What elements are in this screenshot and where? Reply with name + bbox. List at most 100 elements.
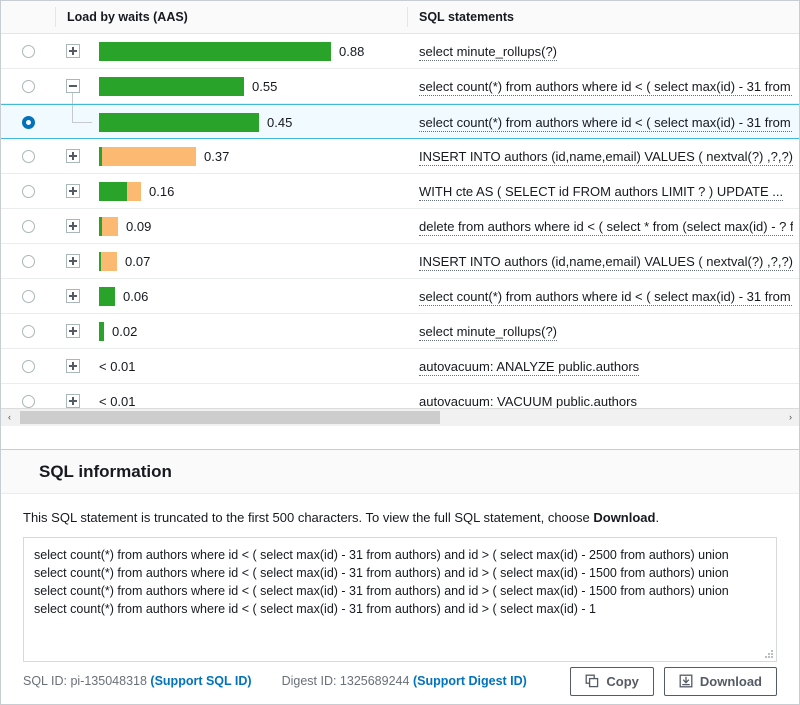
row-select-radio[interactable]: [22, 360, 35, 373]
table-row[interactable]: 0.07 INSERT INTO authors (id,name,email) …: [1, 244, 799, 279]
load-bar-segment-orange: [127, 182, 141, 201]
sql-statement-link[interactable]: select count(*) from authors where id < …: [419, 289, 793, 306]
expand-row-icon[interactable]: [66, 44, 80, 58]
row-select-radio[interactable]: [22, 255, 35, 268]
table-row[interactable]: 0.09 delete from authors where id < ( sel…: [1, 209, 799, 244]
load-bar-cell: 0.16: [99, 182, 174, 201]
sql-information-panel: SQL information This SQL statement is tr…: [1, 449, 799, 704]
scroll-left-arrow-icon[interactable]: ‹: [1, 409, 18, 426]
expand-row-icon[interactable]: [66, 324, 80, 338]
expand-row-icon[interactable]: [66, 149, 80, 163]
sql-statement-link[interactable]: select count(*) from authors where id < …: [419, 115, 793, 132]
row-select-radio[interactable]: [22, 80, 35, 93]
sql-load-table: Load by waits (AAS) SQL statements 0.88 s…: [1, 1, 799, 426]
load-bar-cell: 0.09: [99, 217, 151, 236]
row-select-radio[interactable]: [22, 220, 35, 233]
load-bar-cell: 0.45: [99, 113, 292, 132]
load-value-label: 0.16: [149, 182, 174, 201]
table-row[interactable]: 0.55 select count(*) from authors where i…: [1, 69, 799, 104]
column-header-sql-statements[interactable]: SQL statements: [419, 1, 514, 33]
row-select-radio[interactable]: [22, 325, 35, 338]
row-select-radio[interactable]: [22, 150, 35, 163]
load-bar-cell: 0.02: [99, 322, 137, 341]
digest-id-group: Digest ID: 1325689244 (Support Digest ID…: [282, 674, 527, 688]
truncation-note: This SQL statement is truncated to the f…: [23, 510, 777, 525]
horizontal-scrollbar[interactable]: ‹ ›: [1, 408, 799, 426]
load-bar-cell: < 0.01: [99, 357, 136, 376]
load-bar: [99, 252, 117, 271]
row-select-radio[interactable]: [22, 185, 35, 198]
sql-statement-link[interactable]: INSERT INTO authors (id,name,email) VALU…: [419, 149, 793, 166]
load-bar-segment-green: [99, 42, 331, 61]
scroll-right-arrow-icon[interactable]: ›: [782, 409, 799, 426]
sql-statement-link[interactable]: WITH cte AS ( SELECT id FROM authors LIM…: [419, 184, 783, 201]
expand-row-icon[interactable]: [66, 184, 80, 198]
sql-statement-textbox[interactable]: select count(*) from authors where id < …: [23, 537, 777, 662]
sql-statement-cell: delete from authors where id < ( select …: [419, 209, 793, 244]
tree-connector-line: [72, 93, 73, 104]
expand-row-icon[interactable]: [66, 394, 80, 408]
download-button[interactable]: Download: [664, 667, 777, 696]
load-bar: [99, 77, 244, 96]
copy-button[interactable]: Copy: [570, 667, 654, 696]
table-row[interactable]: < 0.01 autovacuum: ANALYZE public.authors: [1, 349, 799, 384]
truncation-note-download-word: Download: [593, 510, 655, 525]
expand-row-icon[interactable]: [66, 219, 80, 233]
scrollbar-thumb[interactable]: [20, 411, 440, 424]
load-bar-cell: 0.88: [99, 42, 364, 61]
support-sql-id-link[interactable]: (Support SQL ID): [150, 674, 251, 688]
load-value-label: 0.02: [112, 322, 137, 341]
tree-connector-vertical: [72, 105, 73, 123]
table-row[interactable]: 0.16 WITH cte AS ( SELECT id FROM authors…: [1, 174, 799, 209]
load-bar-segment-orange: [101, 252, 117, 271]
column-header-load-by-waits[interactable]: Load by waits (AAS): [67, 1, 188, 33]
row-select-radio[interactable]: [22, 395, 35, 408]
expand-row-icon[interactable]: [66, 289, 80, 303]
load-bar-segment-green: [99, 322, 104, 341]
load-bar-cell: 0.07: [99, 252, 150, 271]
row-select-radio[interactable]: [22, 290, 35, 303]
sql-statement-link[interactable]: INSERT INTO authors (id,name,email) VALU…: [419, 254, 793, 271]
sql-statement-link[interactable]: select count(*) from authors where id < …: [419, 79, 793, 96]
expand-row-icon[interactable]: [66, 254, 80, 268]
panel-title: SQL information: [39, 462, 172, 482]
support-digest-id-link[interactable]: (Support Digest ID): [413, 674, 527, 688]
load-value-label: 0.55: [252, 77, 277, 96]
sql-statement-line: select count(*) from authors where id < …: [34, 582, 766, 600]
sql-information-body: This SQL statement is truncated to the f…: [1, 494, 799, 662]
table-row[interactable]: 0.88 select minute_rollups(?): [1, 34, 799, 69]
load-bar-cell: 0.55: [99, 77, 277, 96]
load-bar: [99, 322, 104, 341]
table-row[interactable]: 0.02 select minute_rollups(?): [1, 314, 799, 349]
sql-information-footer: SQL ID: pi-135048318 (Support SQL ID) Di…: [1, 658, 799, 704]
load-bar: [99, 113, 259, 132]
row-select-radio[interactable]: [22, 45, 35, 58]
sql-statement-cell: select count(*) from authors where id < …: [419, 105, 793, 140]
sql-statement-cell: select count(*) from authors where id < …: [419, 279, 793, 314]
load-bar-cell: 0.06: [99, 287, 148, 306]
header-divider-left: [55, 7, 56, 27]
sql-id-group: SQL ID: pi-135048318 (Support SQL ID): [23, 674, 252, 688]
sql-statement-cell: select minute_rollups(?): [419, 314, 793, 349]
load-bar: [99, 147, 196, 166]
expand-row-icon[interactable]: [66, 359, 80, 373]
sql-statement-cell: INSERT INTO authors (id,name,email) VALU…: [419, 139, 793, 174]
load-bar: [99, 217, 118, 236]
table-row[interactable]: 0.06 select count(*) from authors where i…: [1, 279, 799, 314]
scrollbar-track[interactable]: [18, 409, 782, 426]
sql-statement-link[interactable]: delete from authors where id < ( select …: [419, 219, 793, 236]
collapse-row-icon[interactable]: [66, 79, 80, 93]
sql-statement-link[interactable]: select minute_rollups(?): [419, 44, 557, 61]
load-bar-segment-green: [99, 77, 244, 96]
load-value-label: 0.37: [204, 147, 229, 166]
resize-grip-icon[interactable]: [764, 649, 773, 658]
table-row[interactable]: 0.45 select count(*) from authors where i…: [1, 104, 799, 139]
sql-statement-link[interactable]: autovacuum: ANALYZE public.authors: [419, 359, 639, 376]
table-row[interactable]: 0.37 INSERT INTO authors (id,name,email) …: [1, 139, 799, 174]
copy-button-label: Copy: [606, 674, 639, 689]
row-select-radio[interactable]: [22, 116, 35, 129]
sql-statement-link[interactable]: select minute_rollups(?): [419, 324, 557, 341]
digest-id-label: Digest ID: 1325689244: [282, 674, 410, 688]
load-value-label: 0.09: [126, 217, 151, 236]
load-bar: [99, 182, 141, 201]
